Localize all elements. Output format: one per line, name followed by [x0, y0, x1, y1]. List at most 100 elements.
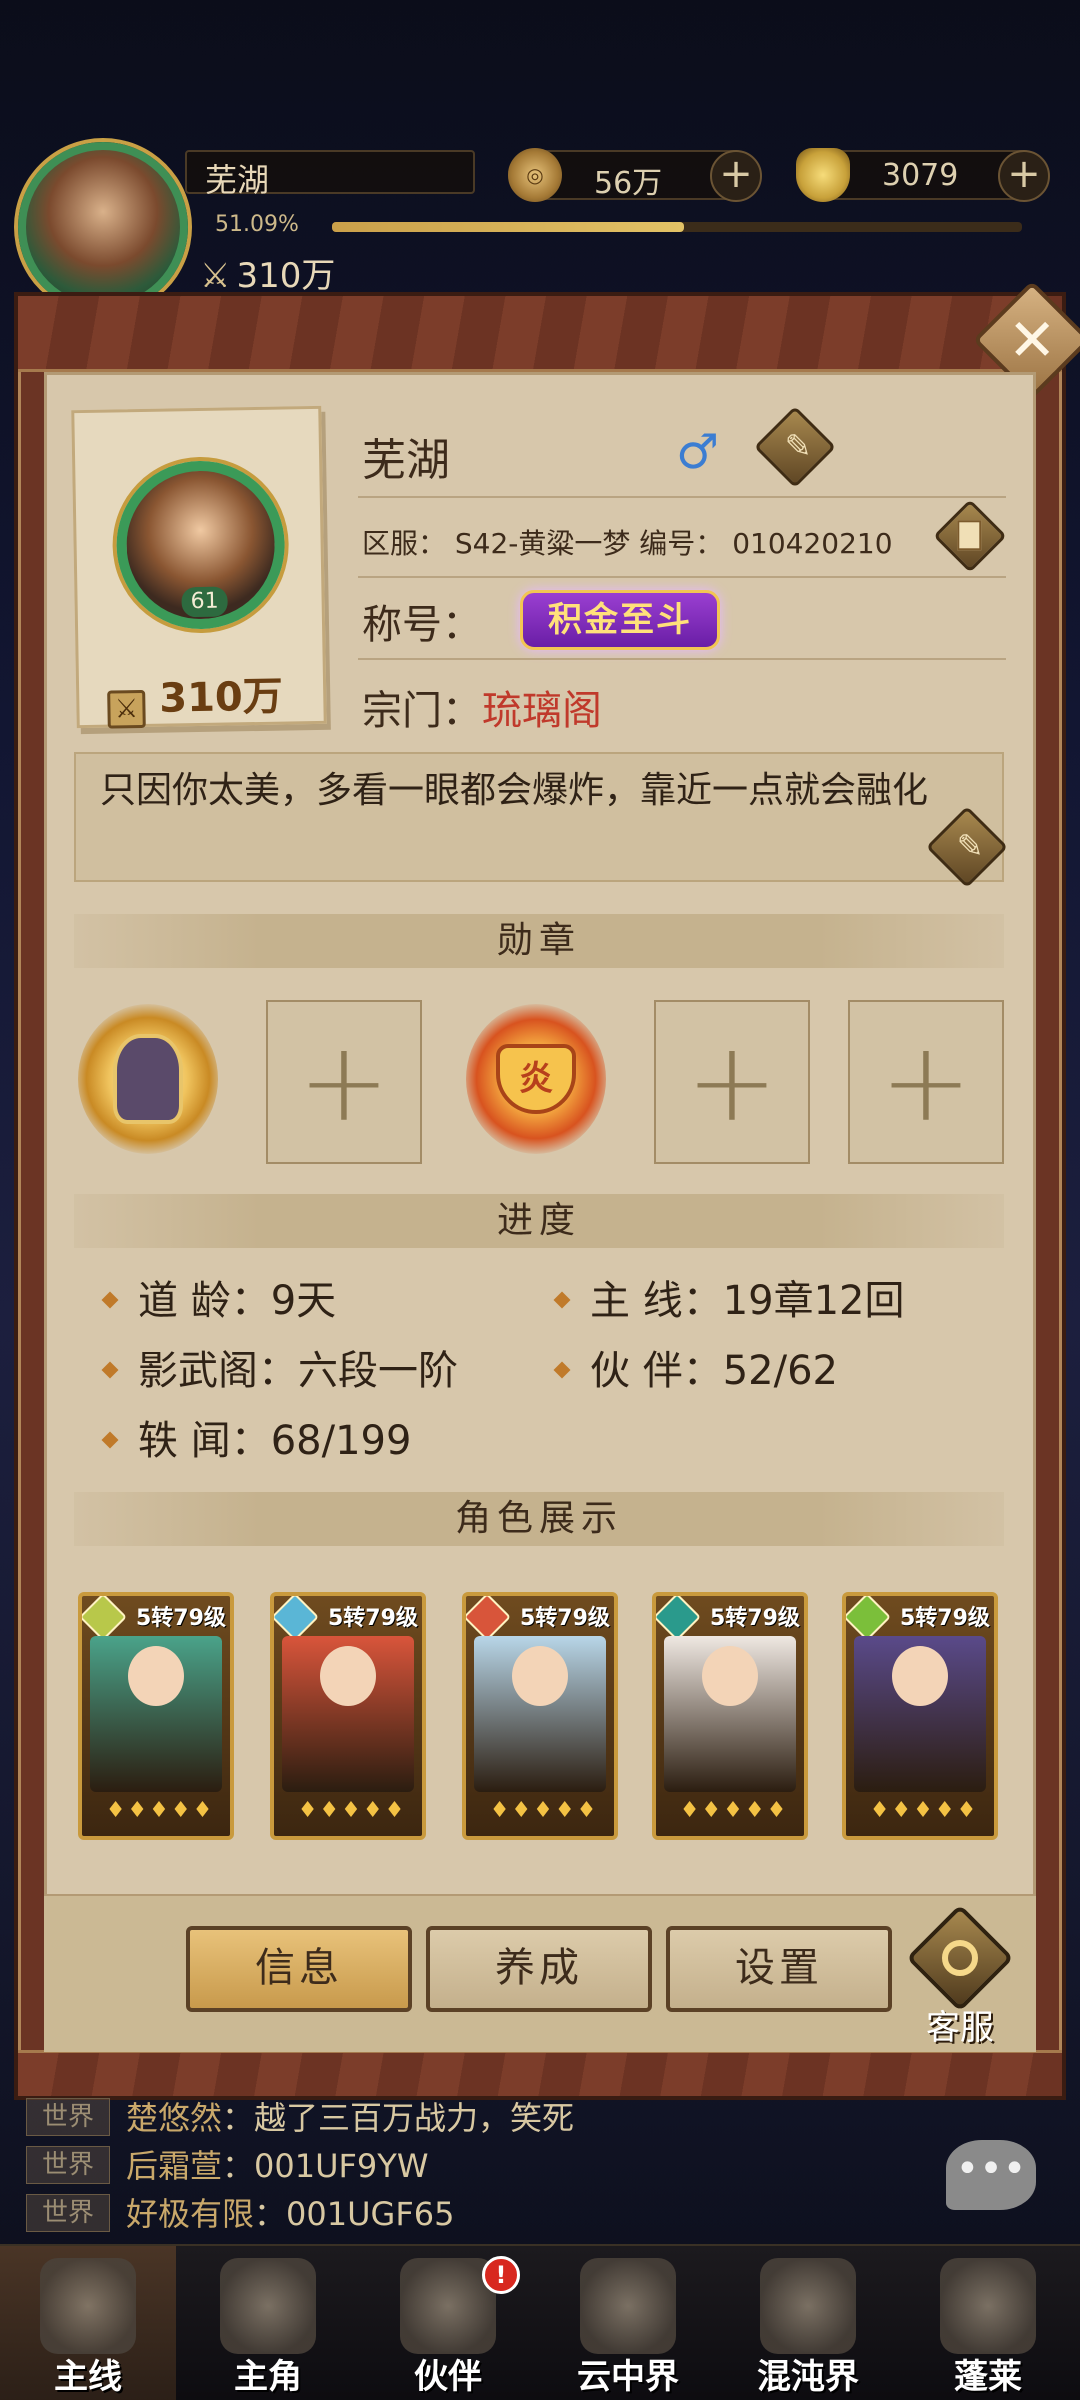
nav-label: 主线: [54, 2357, 122, 2397]
plus-icon: +: [297, 1018, 391, 1146]
progress-dao-age: 道 龄：9天: [101, 1268, 337, 1326]
progress-anecdotes: 轶 闻：68/199: [101, 1408, 412, 1466]
customer-service-button[interactable]: 客服: [906, 1904, 1014, 2048]
player-avatar[interactable]: [18, 142, 188, 312]
hero-head: [702, 1646, 758, 1706]
nav-label: 混沌界: [757, 2357, 859, 2397]
divider: [358, 576, 1006, 578]
gold-value: 3079: [882, 158, 959, 193]
nav-label: 主角: [234, 2357, 302, 2397]
divider: [358, 496, 1006, 498]
progress-shadow-pavilion: 影武阁：六段一阶: [101, 1338, 458, 1396]
info-button[interactable]: 信息: [186, 1926, 412, 2012]
hero-level: 5转79级: [136, 1606, 226, 1631]
progress-header: 进度: [74, 1194, 1004, 1248]
hero-portrait: [664, 1636, 796, 1792]
hero-portrait: [90, 1636, 222, 1792]
hero-card[interactable]: 5转79级 ♦♦♦♦♦: [78, 1592, 234, 1840]
progress-text: 伙 伴：52/62: [590, 1348, 838, 1394]
add-coin-button[interactable]: +: [710, 150, 762, 202]
element-icon: [846, 1596, 892, 1642]
nav-label: 蓬莱: [954, 2357, 1022, 2397]
profile-name: 芜湖: [362, 435, 450, 486]
hero-stars: ♦♦♦♦♦: [679, 1798, 789, 1823]
hero-level: 5转79级: [520, 1606, 610, 1631]
cultivate-button[interactable]: 养成: [426, 1926, 652, 2012]
exp-bar: [332, 222, 1022, 232]
coin-value: 56万: [594, 166, 663, 201]
sect-row: 宗门：琉璃阁: [362, 678, 602, 736]
hero-head: [892, 1646, 948, 1706]
hero-portrait: [474, 1636, 606, 1792]
coin-display: ◎ 56万 +: [508, 148, 762, 202]
hero-level: 5转79级: [328, 1606, 418, 1631]
panel-footer-band: [18, 2050, 1062, 2096]
hud-power-value: 310万: [236, 256, 336, 296]
nav-item-3[interactable]: 云中界: [540, 2246, 716, 2400]
brush-icon: ✎: [956, 826, 984, 865]
chat-channel-tag: 世界: [26, 2098, 110, 2136]
divider: [358, 658, 1006, 660]
element-icon: [82, 1596, 128, 1642]
brush-icon: ✎: [784, 426, 812, 465]
hero-card[interactable]: 5转79级 ♦♦♦♦♦: [652, 1592, 808, 1840]
progress-partners: 伙 伴：52/62: [553, 1338, 838, 1396]
hero-head: [128, 1646, 184, 1706]
hero-head: [320, 1646, 376, 1706]
plus-icon: +: [879, 1018, 973, 1146]
sword-icon: ⚔: [200, 256, 231, 296]
nav-item-5[interactable]: 蓬莱: [900, 2246, 1076, 2400]
chat-message[interactable]: 世界 好极有限：001UGF65: [26, 2190, 926, 2238]
chat-message[interactable]: 世界 后霜萱：001UF9YW: [26, 2142, 926, 2190]
nav-icon: [760, 2258, 856, 2354]
nav-item-0[interactable]: 主线: [0, 2246, 176, 2400]
empty-medal-slot[interactable]: +: [848, 1000, 1004, 1164]
hero-stars: ♦♦♦♦♦: [297, 1798, 407, 1823]
hero-card[interactable]: 5转79级 ♦♦♦♦♦: [462, 1592, 618, 1840]
empty-medal-slot[interactable]: +: [266, 1000, 422, 1164]
hero-card[interactable]: 5转79级 ♦♦♦♦♦: [270, 1592, 426, 1840]
diamond-icon: [101, 1361, 119, 1379]
chat-sender[interactable]: 好极有限: [126, 2195, 254, 2233]
medal-flame-icon[interactable]: 炎: [466, 1004, 606, 1154]
medal-lotus-icon[interactable]: [78, 1004, 218, 1154]
nav-icon: [220, 2258, 316, 2354]
signature-box: 只因你太美，多看一眼都会爆炸，靠近一点就会融化: [74, 752, 1004, 882]
notification-badge: !: [482, 2256, 520, 2294]
empty-medal-slot[interactable]: +: [654, 1000, 810, 1164]
power-sword-icon: ⚔: [107, 689, 146, 729]
chat-message[interactable]: 世界 楚悠然：越了三百万战力，笑死: [26, 2094, 926, 2142]
diamond-icon: [101, 1291, 119, 1309]
hero-level: 5转79级: [710, 1606, 800, 1631]
add-gold-button[interactable]: +: [998, 150, 1050, 202]
progress-main-line: 主 线：19章12回: [553, 1268, 905, 1326]
profile-card: 61 ⚔ 310万: [71, 405, 327, 729]
progress-text: 主 线：19章12回: [590, 1278, 905, 1324]
progress-text: 道 龄：9天: [138, 1278, 337, 1324]
sect-value[interactable]: 琉璃阁: [482, 688, 602, 734]
world-chat[interactable]: 世界 楚悠然：越了三百万战力，笑死 世界 后霜萱：001UF9YW 世界 好极有限：001…: [26, 2094, 926, 2238]
nav-label: 伙伴: [414, 2357, 482, 2397]
close-icon: ✕: [1007, 305, 1057, 374]
nav-item-1[interactable]: 主角: [180, 2246, 356, 2400]
settings-button[interactable]: 设置: [666, 1926, 892, 2012]
plus-icon: +: [685, 1018, 779, 1146]
profile-power: ⚔ 310万: [107, 664, 284, 729]
progress-text: 轶 闻：68/199: [138, 1418, 412, 1464]
hero-card[interactable]: 5转79级 ♦♦♦♦♦: [842, 1592, 998, 1840]
profile-level: 61: [181, 586, 228, 618]
nav-item-4[interactable]: 混沌界: [720, 2246, 896, 2400]
male-gender-icon: ♂: [676, 424, 720, 480]
profile-power-value: 310万: [158, 673, 284, 722]
gold-ingot-icon: [796, 148, 850, 202]
roles-header: 角色展示: [74, 1492, 1004, 1546]
hero-level: 5转79级: [900, 1606, 990, 1631]
chat-channel-tag: 世界: [26, 2194, 110, 2232]
title-badge[interactable]: 积金至斗: [520, 590, 720, 650]
nav-label: 云中界: [577, 2357, 679, 2397]
element-icon: [274, 1596, 320, 1642]
chat-sender[interactable]: 后霜萱: [126, 2147, 222, 2185]
chat-sender[interactable]: 楚悠然: [126, 2099, 222, 2137]
chat-text: ：001UGF65: [254, 2195, 455, 2233]
chat-bubble-icon[interactable]: •••: [946, 2140, 1036, 2210]
